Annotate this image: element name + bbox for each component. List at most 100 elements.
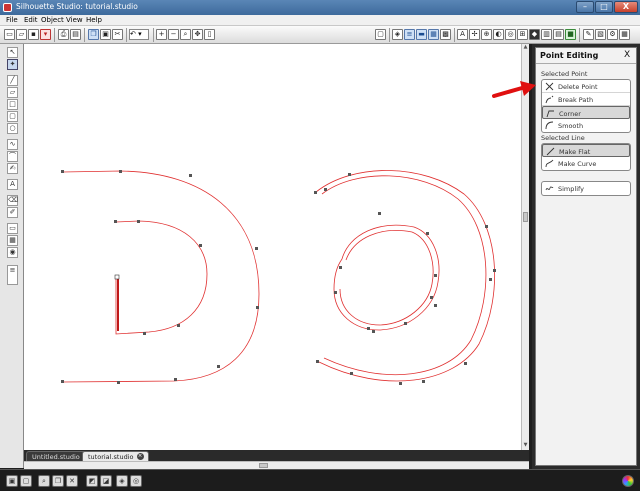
letter-o-outer-path (315, 170, 496, 382)
trace-icon[interactable]: ⊞ (517, 29, 528, 40)
gradient-icon[interactable]: ▦ (428, 29, 439, 40)
maximize-button[interactable]: □ (595, 1, 613, 13)
undo-dropdown[interactable]: ↶ ▾ (129, 29, 149, 40)
anchor-point (114, 220, 117, 223)
line-style-icon[interactable]: ▬ (416, 29, 427, 40)
vertical-scroll-thumb[interactable] (523, 212, 528, 222)
make-curve-button[interactable]: Make Curve (542, 157, 630, 170)
cut-icon-right[interactable]: ▦ (619, 29, 630, 40)
anchor-point (217, 365, 220, 368)
path-drawing[interactable] (24, 44, 521, 450)
close-button[interactable]: X (614, 1, 638, 13)
anchor-point (489, 278, 492, 281)
text-tool-icon[interactable]: A (7, 179, 18, 190)
zoom-slider-icon[interactable]: ≡ (7, 265, 18, 285)
settings-icon[interactable]: ⚙ (607, 29, 618, 40)
deselect-icon[interactable]: ▢ (20, 475, 32, 487)
tab-tutorial[interactable]: tutorial.studio × (82, 451, 149, 461)
document-tabs: Untitled.studio × tutorial.studio× (24, 450, 529, 461)
cut-settings-icon[interactable]: ◆ (529, 29, 540, 40)
horizontal-scrollbar[interactable] (24, 461, 529, 469)
curve-tool-icon[interactable]: ∿ (7, 139, 18, 150)
color-wheel-icon[interactable] (622, 475, 634, 487)
lock-icon[interactable]: ▢ (375, 29, 386, 40)
group-icon[interactable]: ◩ (86, 475, 98, 487)
transform-icon[interactable]: ✢ (469, 29, 480, 40)
scroll-up-icon[interactable]: ▲ (522, 44, 529, 51)
library-icon[interactable]: ▧ (595, 29, 606, 40)
replicate-icon[interactable]: ⊕ (481, 29, 492, 40)
page-view-icon[interactable]: ▭ (7, 223, 18, 234)
delete-point-button[interactable]: Delete Point (542, 80, 630, 93)
simplify-button[interactable]: Simplify (542, 182, 630, 195)
break-path-button[interactable]: Break Path (542, 93, 630, 106)
ellipse-tool-icon[interactable]: ○ (7, 123, 18, 134)
scroll-down-icon[interactable]: ▼ (522, 442, 529, 449)
anchor-point (255, 247, 258, 250)
grid-view-icon[interactable]: ▦ (7, 235, 18, 246)
menu-view[interactable]: View (66, 16, 83, 24)
panel-close-icon[interactable]: X (624, 50, 630, 60)
paste-icon[interactable]: ▣ (100, 29, 111, 40)
select-arrow-icon[interactable]: ↖ (7, 47, 18, 58)
make-curve-icon (545, 159, 554, 168)
design-store-icon[interactable]: ✎ (583, 29, 594, 40)
new-document-icon[interactable]: ▭ (4, 29, 15, 40)
eraser-tool-icon[interactable]: ⌫ (7, 195, 18, 206)
zoom-selection-icon[interactable]: ⌕ (38, 475, 50, 487)
cut-icon[interactable]: ✂ (112, 29, 123, 40)
print-icon[interactable]: ⎙ (58, 29, 69, 40)
red-arrow-icon (492, 81, 536, 98)
release-compound-icon[interactable]: ◎ (130, 475, 142, 487)
freehand-tool-icon[interactable]: ✍ (7, 163, 18, 174)
save-icon[interactable]: ▪ (28, 29, 39, 40)
rectangle-tool-icon[interactable]: □ (7, 99, 18, 110)
corner-button[interactable]: Corner (542, 106, 630, 119)
menu-file[interactable]: File (6, 16, 18, 24)
tab-close-icon[interactable]: × (136, 453, 144, 460)
line-tool-icon[interactable]: ╱ (7, 75, 18, 86)
tab-label: Untitled.studio (32, 453, 80, 461)
duplicate-icon[interactable]: ❐ (52, 475, 64, 487)
vertical-scrollbar[interactable]: ▲ ▼ (521, 44, 529, 450)
pattern-icon[interactable]: ▩ (440, 29, 451, 40)
make-flat-button[interactable]: Make Flat (542, 144, 630, 157)
zoom-out-icon[interactable]: − (168, 29, 179, 40)
line-color-icon[interactable]: ≡ (404, 29, 415, 40)
anchor-point (314, 191, 317, 194)
minimize-button[interactable]: – (576, 1, 594, 13)
send-to-cutter-icon[interactable]: ▤ (70, 29, 81, 40)
fit-to-page-icon[interactable]: ▯ (204, 29, 215, 40)
fill-color-icon[interactable]: ◈ (392, 29, 403, 40)
arc-tool-icon[interactable]: ⌒ (7, 151, 18, 162)
registration-icon[interactable]: ▥ (541, 29, 552, 40)
compound-path-icon[interactable]: ◈ (116, 475, 128, 487)
zoom-select-icon[interactable]: ⌕ (180, 29, 191, 40)
delete-icon[interactable]: ✕ (66, 475, 78, 487)
rounded-rect-tool-icon[interactable]: ▢ (7, 111, 18, 122)
horizontal-scroll-thumb[interactable] (259, 463, 268, 468)
menu-help[interactable]: Help (86, 16, 102, 24)
open-folder-icon[interactable]: ▱ (16, 29, 27, 40)
pan-icon[interactable]: ✥ (192, 29, 203, 40)
smooth-button[interactable]: Smooth (542, 119, 630, 132)
modify-icon[interactable]: ◐ (493, 29, 504, 40)
select-all-icon[interactable]: ▣ (6, 475, 18, 487)
save-to-library-icon[interactable]: ▾ (40, 29, 51, 40)
page-setup-icon[interactable]: ▤ (553, 29, 564, 40)
window-title: Silhouette Studio: tutorial.studio (16, 2, 138, 11)
offset-icon[interactable]: ◎ (505, 29, 516, 40)
text-style-icon[interactable]: A (457, 29, 468, 40)
send-icon[interactable]: ■ (565, 29, 576, 40)
ungroup-icon[interactable]: ◪ (100, 475, 112, 487)
zoom-in-icon[interactable]: + (156, 29, 167, 40)
edit-points-icon[interactable]: ✦ (7, 59, 18, 70)
design-canvas[interactable] (24, 44, 521, 450)
copy-icon[interactable]: ❐ (88, 29, 99, 40)
anchor-point (61, 380, 64, 383)
polygon-tool-icon[interactable]: ▱ (7, 87, 18, 98)
silhouette-logo-icon[interactable]: ◉ (7, 247, 18, 258)
knife-tool-icon[interactable]: ✐ (7, 207, 18, 218)
menu-object[interactable]: Object (41, 16, 64, 24)
menu-edit[interactable]: Edit (24, 16, 38, 24)
